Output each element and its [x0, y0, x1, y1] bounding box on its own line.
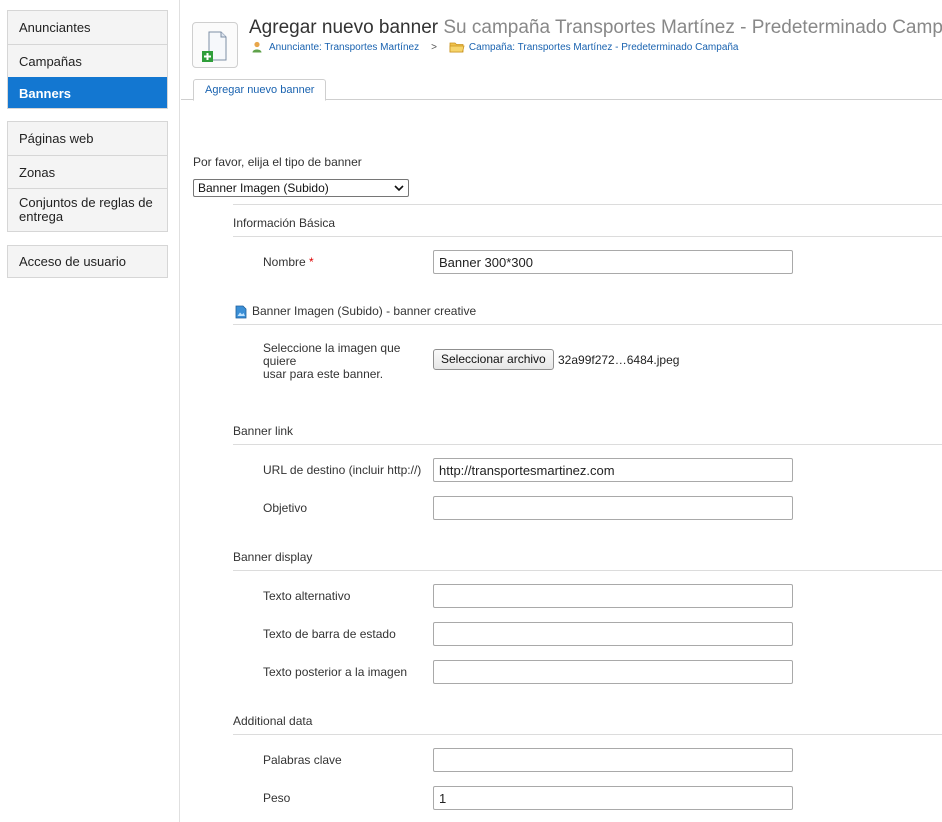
breadcrumb-advertiser-link[interactable]: Anunciante: Transportes Martínez — [269, 42, 419, 53]
alt-text-input[interactable] — [433, 584, 793, 608]
sidebar-item-user-access[interactable]: Acceso de usuario — [8, 246, 167, 277]
nav-group-inventory: Anunciantes Campañas Banners — [7, 10, 168, 109]
destination-url-label: URL de destino (incluir http://) — [263, 463, 422, 477]
breadcrumb-campaign-link[interactable]: Campaña: Transportes Martínez - Predeter… — [469, 42, 739, 53]
image-select-label: Seleccione la imagen que quiere usar par… — [263, 342, 400, 381]
target-label: Objetivo — [263, 501, 308, 515]
tab-add-banner[interactable]: Agregar nuevo banner — [193, 79, 327, 101]
folder-icon — [449, 42, 465, 53]
divider — [233, 444, 942, 445]
name-label-text: Nombre — [263, 255, 306, 269]
sidebar-item-advertisers[interactable]: Anunciantes — [8, 11, 167, 44]
breadcrumb-separator: > — [431, 41, 437, 53]
page-title-main: Agregar nuevo banner — [249, 17, 439, 38]
page-title-subtitle: Su campaña Transportes Martínez - Predet… — [443, 17, 942, 38]
nav-group-access: Acceso de usuario — [7, 245, 168, 278]
divider — [233, 570, 942, 571]
destination-url-input[interactable] — [433, 458, 793, 482]
sidebar: Anunciantes Campañas Banners Páginas web… — [0, 0, 180, 822]
text-after-image-label: Texto posterior a la imagen — [263, 665, 408, 679]
status-bar-text-label: Texto de barra de estado — [263, 627, 396, 641]
divider — [233, 324, 942, 325]
image-select-label-line3: usar para este banner. — [263, 367, 384, 381]
new-banner-icon — [192, 22, 238, 68]
sidebar-item-delivery-rules[interactable]: Conjuntos de reglas de entrega — [8, 188, 167, 231]
banner-type-select[interactable]: Banner Imagen (Subido) — [193, 179, 409, 197]
chevron-down-icon — [394, 185, 404, 192]
section-additional-data: Additional data — [233, 714, 313, 728]
image-file-icon — [235, 305, 247, 319]
weight-input[interactable] — [433, 786, 793, 810]
divider — [233, 204, 942, 205]
sidebar-item-zones[interactable]: Zonas — [8, 155, 167, 188]
selected-file-name: 32a99f272…6484.jpeg — [558, 353, 680, 367]
divider — [233, 236, 942, 237]
section-banner-link: Banner link — [233, 424, 294, 438]
status-bar-text-input[interactable] — [433, 622, 793, 646]
sidebar-item-websites[interactable]: Páginas web — [8, 122, 167, 155]
breadcrumb: Anunciante: Transportes Martínez > Campa… — [251, 41, 739, 53]
keywords-label: Palabras clave — [263, 753, 342, 767]
alt-text-label: Texto alternativo — [263, 589, 351, 603]
banner-type-selected: Banner Imagen (Subido) — [198, 181, 329, 195]
nav-group-publishers: Páginas web Zonas Conjuntos de reglas de… — [7, 121, 168, 232]
sidebar-item-campaigns[interactable]: Campañas — [8, 44, 167, 77]
page-title: Agregar nuevo banner Su campaña Transpor… — [249, 17, 942, 39]
section-banner-display: Banner display — [233, 550, 313, 564]
advertiser-icon — [252, 41, 262, 53]
target-input[interactable] — [433, 496, 793, 520]
weight-label: Peso — [263, 791, 291, 805]
section-creative: Banner Imagen (Subido) - banner creative — [252, 304, 477, 318]
sidebar-item-banners[interactable]: Banners — [8, 77, 167, 108]
text-after-image-input[interactable] — [433, 660, 793, 684]
divider — [233, 734, 942, 735]
choose-file-button[interactable]: Seleccionar archivo — [433, 349, 554, 370]
name-input[interactable] — [433, 250, 793, 274]
keywords-input[interactable] — [433, 748, 793, 772]
section-basic-info: Información Básica — [233, 216, 336, 230]
banner-type-prompt: Por favor, elija el tipo de banner — [193, 155, 362, 169]
required-marker: * — [309, 255, 314, 269]
name-label: Nombre * — [263, 255, 314, 269]
